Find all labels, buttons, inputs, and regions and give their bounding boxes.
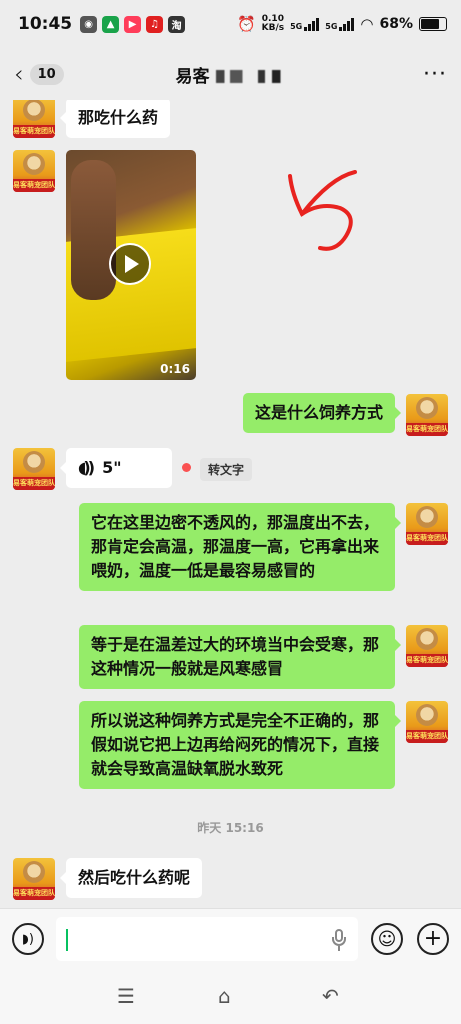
battery-icon	[419, 17, 447, 31]
play-icon[interactable]	[109, 243, 151, 285]
message-text: 这是什么饲养方式	[254, 403, 383, 422]
avatar[interactable]: 易客萌宠团队	[406, 625, 448, 667]
chat-messages[interactable]: 易客萌宠团队 那吃什么药 易客萌宠团队 0:16 易客萌宠团队 这是什么饲养方式	[0, 100, 461, 908]
signal-1: 5G	[290, 17, 320, 31]
signal-bars-icon	[304, 17, 320, 31]
avatar[interactable]: 易客萌宠团队	[13, 100, 55, 138]
message-bubble[interactable]: 然后吃什么药呢	[59, 858, 203, 898]
message-bubble[interactable]: 那吃什么药	[59, 100, 171, 138]
video-duration: 0:16	[160, 362, 190, 376]
voice-message[interactable]: ◖)) 5"	[60, 448, 172, 488]
alarm-icon: ⏰	[236, 15, 256, 33]
transcribe-button[interactable]: 转文字	[200, 458, 253, 481]
video-app-icon: ▶	[124, 15, 142, 33]
avatar[interactable]: 易客萌宠团队	[13, 448, 55, 490]
voice-input-button[interactable]: ◗)	[12, 923, 44, 955]
chat-title-text: 易客	[175, 66, 210, 87]
wifi-icon: ◠	[360, 15, 374, 33]
chat-header: ‹ 10 易客 ···	[0, 48, 461, 100]
menu-icon[interactable]: ☰	[117, 984, 135, 1008]
wechat-icon: ◉	[80, 15, 98, 33]
message-text: 那吃什么药	[78, 108, 159, 127]
message-text: 它在这里边密不透风的，那温度出不去，那肯定会高温，那温度一高，它再拿出来喂奶，温…	[91, 513, 380, 580]
voice-wave-icon: ◖))	[78, 458, 95, 477]
signal-bars-icon	[339, 17, 355, 31]
network-speed: 0.10 KB/s	[261, 14, 285, 33]
message-bubble[interactable]: 这是什么饲养方式	[242, 393, 402, 433]
video-message[interactable]: 0:16	[66, 150, 196, 380]
chat-timestamp: 昨天 15:16	[197, 821, 264, 835]
taobao-icon: 淘	[168, 15, 186, 33]
status-app-icons: ◉ ▲ ▶ ♫ 淘	[80, 15, 186, 33]
message-input[interactable]	[56, 917, 358, 961]
message-bubble[interactable]: 它在这里边密不透风的，那温度出不去，那肯定会高温，那温度一高，它再拿出来喂奶，温…	[79, 503, 401, 591]
voice-duration: 5"	[102, 458, 122, 477]
microphone-icon[interactable]	[332, 929, 346, 951]
camera-icon: ▲	[102, 15, 120, 33]
redacted-name	[215, 70, 286, 83]
more-options-icon[interactable]: ···	[423, 62, 447, 87]
home-icon[interactable]: ⌂	[218, 984, 231, 1008]
emoji-button[interactable]: ☺	[371, 923, 403, 955]
message-text: 所以说这种饲养方式是完全不正确的，那假如说它把上边再给闷死的情况下，直接就会导致…	[91, 711, 380, 778]
text-caret	[66, 929, 68, 951]
avatar[interactable]: 易客萌宠团队	[406, 394, 448, 436]
status-bar: 10:45 ◉ ▲ ▶ ♫ 淘 ⏰ 0.10 KB/s 5G 5G ◠ 68%	[0, 0, 461, 48]
status-right: ⏰ 0.10 KB/s 5G 5G ◠ 68%	[237, 15, 447, 33]
message-bubble[interactable]: 所以说这种饲养方式是完全不正确的，那假如说它把上边再给闷死的情况下，直接就会导致…	[79, 701, 401, 789]
unread-dot	[182, 463, 191, 472]
system-nav-bar: ☰ ⌂ ↶	[0, 970, 461, 1024]
chat-title: 易客	[0, 62, 461, 87]
status-time: 10:45	[18, 14, 73, 34]
message-text: 等于是在温差过大的环境当中会受寒，那这种情况一般就是风寒感冒	[91, 635, 380, 678]
chevron-left-icon: ‹	[14, 60, 24, 88]
unread-count-badge: 10	[29, 63, 64, 85]
avatar[interactable]: 易客萌宠团队	[406, 701, 448, 743]
plus-icon: +	[423, 926, 443, 951]
message-bubble[interactable]: 等于是在温差过大的环境当中会受寒，那这种情况一般就是风寒感冒	[79, 625, 401, 689]
message-text: 然后吃什么药呢	[78, 868, 191, 887]
avatar[interactable]: 易客萌宠团队	[13, 858, 55, 900]
back-button[interactable]: ‹ 10	[14, 60, 64, 88]
handwritten-annotation	[288, 170, 357, 251]
avatar[interactable]: 易客萌宠团队	[13, 150, 55, 192]
voice-input-icon: ◗)	[22, 931, 34, 947]
smiley-icon: ☺	[377, 928, 397, 950]
avatar[interactable]: 易客萌宠团队	[406, 503, 448, 545]
input-bar: ◗) ☺ +	[0, 908, 461, 970]
battery-percent: 68%	[379, 16, 413, 32]
more-actions-button[interactable]: +	[417, 923, 449, 955]
signal-2: 5G	[325, 17, 355, 31]
netease-icon: ♫	[146, 15, 164, 33]
back-icon[interactable]: ↶	[322, 984, 339, 1008]
